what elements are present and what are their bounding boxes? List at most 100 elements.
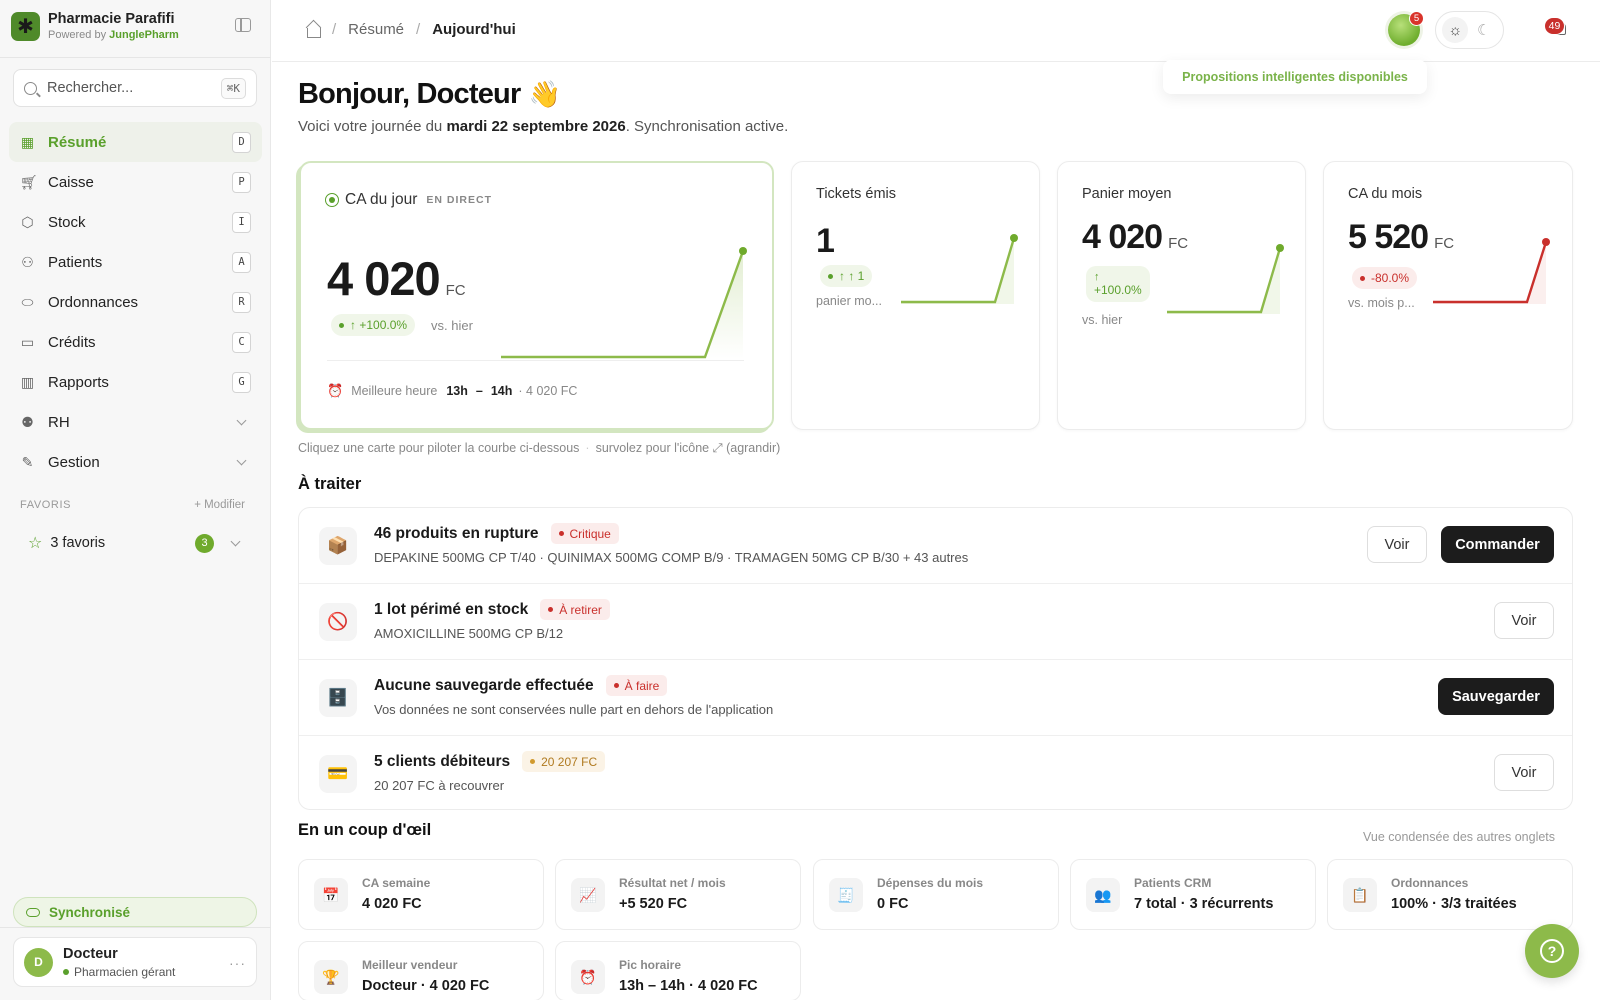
tile-pic-horaire[interactable]: ⏰ Pic horaire 13h – 14h · 4 020 FC [555, 941, 801, 1000]
shortcut-key: D [232, 131, 251, 153]
modify-favorites-link[interactable]: + Modifier [194, 499, 245, 511]
app-name: Pharmacie Parafifi [48, 11, 175, 27]
compare-label: panier mo... [816, 294, 883, 308]
tile-value: 0 FC [877, 896, 909, 912]
favorites-count-badge: 3 [195, 533, 214, 553]
status-badge: À faire [605, 675, 668, 696]
todo-description: AMOXICILLINE 500MG CP B/12 [374, 626, 564, 641]
chevron-down-icon [230, 536, 241, 546]
tile-ordonnances[interactable]: 📋 Ordonnances 100% · 3/3 traitées [1327, 859, 1573, 930]
person-icon: ⚇ [21, 253, 34, 270]
tile-meilleur-vendeur[interactable]: 🏆 Meilleur vendeur Docteur · 4 020 FC [298, 941, 544, 1000]
sparkline-line [501, 250, 745, 359]
theme-toggle[interactable]: ☼ ☾ [1435, 11, 1504, 49]
divider [0, 927, 271, 928]
pill-icon: ⬭ [21, 293, 34, 310]
search-shortcut: ⌘K [220, 77, 246, 99]
kpi-card-panier[interactable]: Panier moyen 4 020 FC ↑ +100.0% vs. hier [1057, 161, 1306, 430]
sidebar-item-label: Crédits [48, 333, 96, 351]
tile-value: 4 020 FC [362, 896, 422, 912]
shortcut-key: P [232, 171, 251, 193]
bar-chart-icon: ▥ [20, 373, 35, 390]
kpi-card-tickets[interactable]: Tickets émis 1 ↑ ↑ 1 panier mo... [791, 161, 1040, 430]
sidebar-item-rh[interactable]: ⚉ RH [9, 402, 262, 442]
voir-button[interactable]: Voir [1367, 526, 1427, 563]
sparkline-endpoint [1276, 244, 1284, 252]
breadcrumb-parent[interactable]: Résumé [348, 21, 404, 38]
kpi-card-ca-jour[interactable]: CA du jour EN DIRECT 4 020 FC ↑ +100.0% v… [299, 161, 774, 430]
cloud-icon [26, 907, 40, 917]
sidebar-item-rapports[interactable]: ▥ Rapports G [9, 362, 262, 402]
sparkline-line [901, 237, 1016, 304]
database-icon: 🗄️ [319, 679, 357, 717]
receipt-icon: 🧾 [829, 878, 863, 912]
sidebar-item-credits[interactable]: ▭ Crédits C [9, 322, 262, 362]
sidebar-item-stock[interactable]: ⬡ Stock I [9, 202, 262, 242]
tile-patients-crm[interactable]: 👥 Patients CRM 7 total · 3 récurrents [1070, 859, 1316, 930]
tile-value: Docteur · 4 020 FC [362, 978, 490, 994]
sidebar-item-label: Gestion [48, 453, 100, 471]
todo-heading: À traiter [298, 475, 362, 493]
todo-item-rupture[interactable]: 📦 46 produits en rupture Critique DEPAKIN… [299, 508, 1572, 584]
amount-badge: 20 207 FC [522, 751, 606, 772]
search-icon [24, 81, 37, 95]
tools-icon: ✎ [21, 453, 34, 470]
tile-depenses[interactable]: 🧾 Dépenses du mois 0 FC [813, 859, 1059, 930]
sidebar-item-label: Rapports [48, 373, 109, 391]
todo-title: 46 produits en rupture Critique [374, 523, 619, 544]
todo-item-debiteurs[interactable]: 💳 5 clients débiteurs 20 207 FC 20 207 FC… [299, 736, 1572, 812]
voir-button[interactable]: Voir [1494, 754, 1554, 791]
sync-status[interactable]: Synchronisé [13, 897, 257, 927]
sidebar-toggle-icon[interactable] [235, 18, 251, 32]
user-card[interactable]: D Docteur Pharmacien gérant ··· [13, 937, 257, 987]
search-input[interactable]: Rechercher... ⌘K [13, 69, 257, 107]
tile-ca-semaine[interactable]: 📅 CA semaine 4 020 FC [298, 859, 544, 930]
topbar: / Résumé / Aujourd'hui 5 ☼ ☾ 49 [272, 0, 1600, 62]
live-tag: EN DIRECT [426, 194, 492, 206]
todo-description: 20 207 FC à recouvrer [374, 778, 505, 793]
tile-label: Meilleur vendeur [362, 958, 458, 972]
sidebar-item-ordonnances[interactable]: ⬭ Ordonnances R [9, 282, 262, 322]
tile-resultat-net[interactable]: 📈 Résultat net / mois +5 520 FC [555, 859, 801, 930]
help-button[interactable]: ? [1525, 924, 1579, 978]
search-placeholder: Rechercher... [47, 80, 134, 96]
sidebar-item-gestion[interactable]: ✎ Gestion [9, 442, 262, 482]
assistant-badge: 5 [1409, 11, 1424, 26]
todo-item-perime[interactable]: 🚫 1 lot périmé en stock À retirer AMOXICI… [299, 584, 1572, 660]
powered-by: Powered by JunglePharm [48, 29, 179, 41]
kpi-title: Tickets émis [816, 186, 897, 202]
package-icon: 📦 [319, 527, 357, 565]
sidebar-item-resume[interactable]: ▦ Résumé D [9, 122, 262, 162]
alarm-clock-icon: ⏰ [327, 383, 344, 398]
favorites-group[interactable]: ☆ 3 favoris 3 [22, 528, 247, 558]
calendar-icon: 📅 [314, 878, 348, 912]
tile-label: Pic horaire [619, 958, 682, 972]
user-name: Docteur [63, 945, 118, 962]
kpi-value: 4 020 FC [327, 252, 466, 305]
brand[interactable]: ✱ Pharmacie Parafifi Powered by JunglePh… [11, 11, 179, 41]
kpi-value: 1 [816, 222, 835, 260]
moon-icon[interactable]: ☾ [1471, 17, 1497, 43]
sidebar-item-patients[interactable]: ⚇ Patients A [9, 242, 262, 282]
sidebar-item-label: Stock [48, 213, 86, 231]
commander-button[interactable]: Commander [1441, 526, 1554, 563]
sidebar-item-caisse[interactable]: 🛒︎ Caisse P [9, 162, 262, 202]
online-dot-icon [63, 968, 69, 975]
page-title: Bonjour, Docteur 👋 [298, 78, 561, 110]
help-icon: ? [1540, 939, 1564, 963]
divider [0, 57, 271, 58]
sauvegarder-button[interactable]: Sauvegarder [1438, 678, 1554, 715]
shortcut-key: I [232, 211, 251, 233]
sun-icon[interactable]: ☼ [1442, 17, 1469, 43]
home-icon[interactable] [306, 23, 321, 38]
people-icon: ⚉ [21, 413, 34, 430]
smart-suggestions-tooltip[interactable]: Propositions intelligentes disponibles [1163, 60, 1427, 94]
live-indicator-icon [325, 193, 339, 207]
kpi-title: Panier moyen [1082, 186, 1172, 202]
tile-label: CA semaine [362, 876, 431, 890]
glance-heading: En un coup d'œil [298, 821, 432, 839]
kpi-card-ca-mois[interactable]: CA du mois 5 520 FC -80.0% vs. mois p... [1323, 161, 1573, 430]
more-options-icon[interactable]: ··· [229, 955, 246, 971]
voir-button[interactable]: Voir [1494, 602, 1554, 639]
todo-item-sauvegarde[interactable]: 🗄️ Aucune sauvegarde effectuée À faire Vo… [299, 660, 1572, 736]
